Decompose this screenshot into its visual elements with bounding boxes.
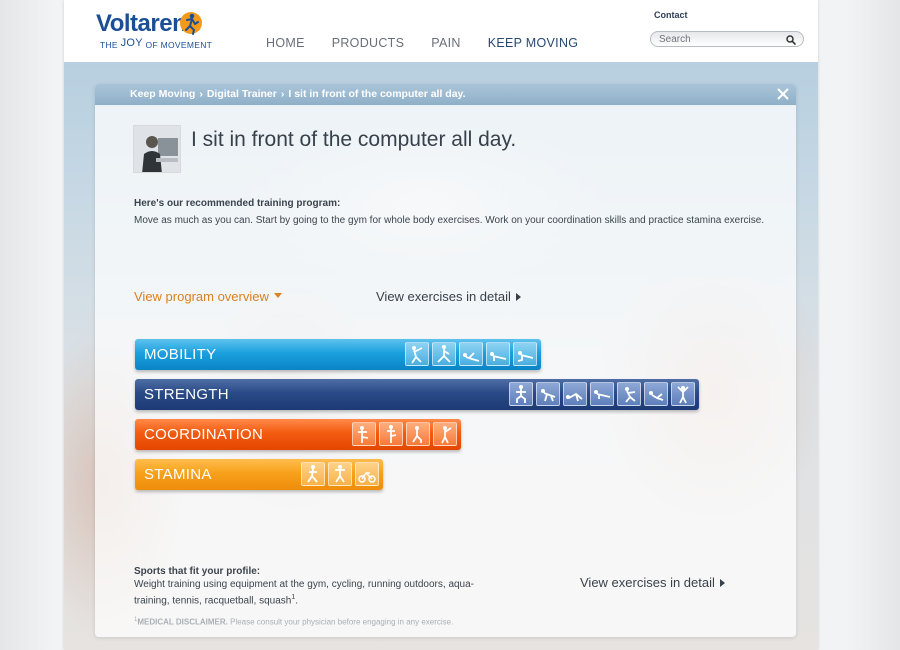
- digital-trainer-panel: Keep Moving › Digital Trainer › I sit in fro…: [95, 84, 796, 637]
- breadcrumb: Keep Moving › Digital Trainer › I sit in fro…: [130, 88, 466, 100]
- voltaren-logo[interactable]: Voltaren THE JOY OF MOVEMENT: [96, 8, 216, 52]
- sports-list: Weight training using equipment at the g…: [134, 579, 475, 606]
- profile-photo: [133, 125, 181, 173]
- strength-label: STRENGTH: [144, 386, 229, 403]
- exercise-row-icon[interactable]: [617, 382, 641, 406]
- chevron-down-icon: [273, 293, 282, 299]
- breadcrumb-keep-moving[interactable]: Keep Moving: [130, 88, 195, 100]
- contact-link[interactable]: Contact: [654, 10, 688, 20]
- exercise-jog-icon[interactable]: [301, 462, 325, 486]
- medical-disclaimer: 1MEDICAL DISCLAIMER. Please consult your…: [134, 617, 454, 627]
- exercise-reach-icon[interactable]: [433, 422, 457, 446]
- strength-bar[interactable]: STRENGTH: [135, 379, 699, 410]
- search-input[interactable]: [659, 33, 779, 45]
- logo-wordmark: Voltaren: [96, 10, 187, 37]
- exercise-bridge-icon[interactable]: [563, 382, 587, 406]
- stamina-label: STAMINA: [144, 466, 212, 483]
- footnote-marker: 1: [291, 593, 296, 601]
- view-exercises-detail-link-bottom[interactable]: View exercises in detail: [580, 575, 725, 590]
- header: Voltaren THE JOY OF MOVEMENT HOME PRODUC…: [64, 0, 818, 62]
- close-icon[interactable]: [776, 87, 790, 101]
- view-program-overview-link[interactable]: View program overview: [134, 289, 282, 304]
- mobility-exercise-icons: [402, 342, 537, 366]
- search-box: [650, 31, 804, 47]
- exercise-squat-icon[interactable]: [509, 382, 533, 406]
- mobility-bar[interactable]: MOBILITY: [135, 339, 541, 370]
- coordination-bar[interactable]: COORDINATION: [135, 419, 461, 450]
- page-title: I sit in front of the computer all day.: [191, 128, 517, 151]
- breadcrumb-current: I sit in front of the computer all day.: [288, 88, 466, 100]
- arrow-right-icon: [515, 292, 521, 301]
- exercise-pushup-icon[interactable]: [513, 342, 537, 366]
- exercise-lift-icon[interactable]: [536, 382, 560, 406]
- exercise-kneel-icon[interactable]: [406, 422, 430, 446]
- mobility-label: MOBILITY: [144, 346, 217, 363]
- main-nav: HOME PRODUCTS PAIN KEEP MOVING: [266, 36, 605, 50]
- exercise-one-leg-icon[interactable]: [379, 422, 403, 446]
- exercise-floor-stretch-icon[interactable]: [459, 342, 483, 366]
- exercise-cycle-icon[interactable]: [355, 462, 379, 486]
- logo-runner-icon: [179, 10, 203, 36]
- view-exercises-detail-link[interactable]: View exercises in detail: [376, 289, 521, 304]
- coordination-label: COORDINATION: [144, 426, 264, 443]
- sports-heading: Sports that fit your profile:: [134, 566, 261, 577]
- panel-title-bar: Keep Moving › Digital Trainer › I sit in fro…: [95, 84, 796, 105]
- coordination-exercise-icons: [349, 422, 457, 446]
- hero-background: Keep Moving › Digital Trainer › I sit in fro…: [64, 62, 818, 650]
- arrow-right-icon: [719, 578, 725, 587]
- logo-tagline: THE JOY OF MOVEMENT: [100, 37, 213, 50]
- nav-products[interactable]: PRODUCTS: [332, 36, 405, 50]
- exercise-balance-icon[interactable]: [352, 422, 376, 446]
- nav-keep-moving[interactable]: KEEP MOVING: [488, 36, 579, 50]
- site-container: Voltaren THE JOY OF MOVEMENT HOME PRODUC…: [64, 0, 818, 650]
- exercise-jump-icon[interactable]: [328, 462, 352, 486]
- breadcrumb-digital-trainer[interactable]: Digital Trainer: [207, 88, 277, 100]
- exercise-crunch-icon[interactable]: [644, 382, 668, 406]
- stamina-exercise-icons: [298, 462, 379, 486]
- exercise-standing-press-icon[interactable]: [671, 382, 695, 406]
- strength-exercise-icons: [506, 382, 695, 406]
- search-icon[interactable]: [785, 33, 797, 45]
- exercise-stretch-icon[interactable]: [405, 342, 429, 366]
- nav-home[interactable]: HOME: [266, 36, 305, 50]
- recommendation-heading: Here's our recommended training program:: [134, 198, 341, 209]
- stamina-bar[interactable]: STAMINA: [135, 459, 383, 490]
- recommendation-text: Move as much as you can. Start by going …: [134, 215, 765, 226]
- exercise-lunge-icon[interactable]: [432, 342, 456, 366]
- exercise-plank-side-icon[interactable]: [590, 382, 614, 406]
- nav-pain[interactable]: PAIN: [431, 36, 460, 50]
- exercise-plank-icon[interactable]: [486, 342, 510, 366]
